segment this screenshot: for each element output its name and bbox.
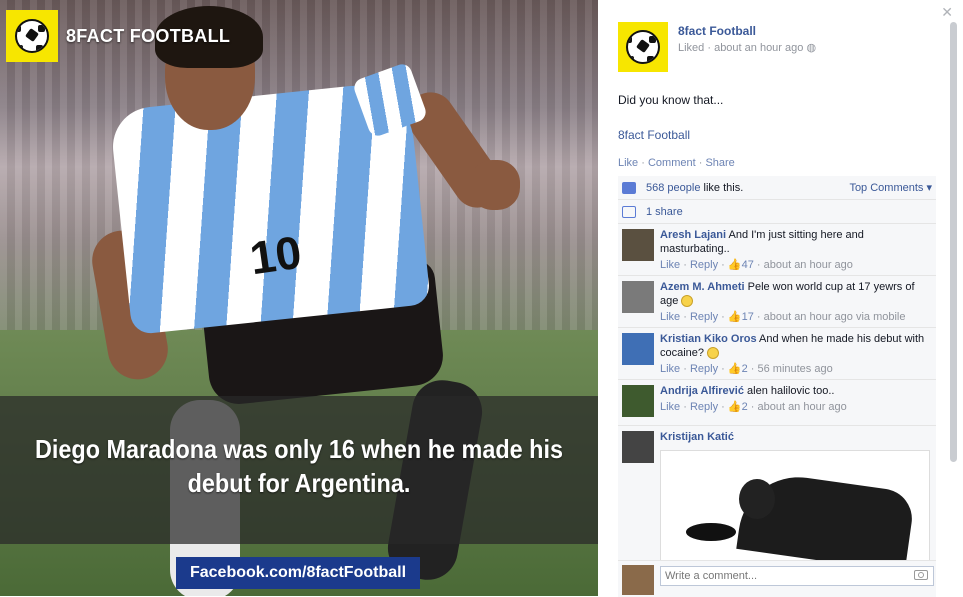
- current-user-avatar: [622, 565, 654, 595]
- commenter-name[interactable]: Kristian Kiko Oros: [660, 333, 757, 345]
- page-name-link[interactable]: 8fact Football: [678, 24, 756, 38]
- facebook-url-banner: Facebook.com/8factFootball: [176, 557, 420, 589]
- photo-caption: Diego Maradona was only 16 when he made …: [35, 434, 563, 498]
- thumbs-up-icon: 👍: [727, 363, 742, 375]
- smiley-icon: [707, 347, 720, 360]
- comment-time: 56 minutes ago: [757, 363, 833, 375]
- player-number: 10: [246, 225, 305, 285]
- shares-count-link[interactable]: 1 share: [646, 206, 683, 218]
- comment-likes-count[interactable]: 👍2: [728, 363, 748, 375]
- comment-reply-button[interactable]: Reply: [690, 401, 718, 413]
- like-button[interactable]: Like: [618, 157, 638, 169]
- commenter-avatar[interactable]: [622, 229, 654, 261]
- comment-item: Kristian Kiko Oros And when he made his …: [618, 328, 936, 380]
- comment-item: Aresh Lajani And I'm just sitting here a…: [618, 224, 936, 276]
- comment-time: about an hour ago: [763, 259, 853, 271]
- comment-likes-value: 47: [741, 259, 754, 271]
- comment-button[interactable]: Comment: [648, 157, 696, 169]
- share-button[interactable]: Share: [705, 157, 734, 169]
- comment-like-button[interactable]: Like: [660, 363, 680, 375]
- comment-composer: [618, 560, 936, 597]
- commenter-name[interactable]: Andrija Alfirević: [660, 385, 744, 397]
- post-sidebar: ✕ 8fact Football Liked · about an hour a…: [598, 0, 963, 597]
- comment-like-button[interactable]: Like: [660, 311, 680, 323]
- smiley-icon: [681, 295, 694, 308]
- comment-likes-count[interactable]: 👍2: [728, 401, 748, 413]
- soccer-ball-icon: [626, 30, 660, 64]
- commenter-name[interactable]: Aresh Lajani: [660, 229, 726, 241]
- commenter-avatar[interactable]: [622, 333, 654, 365]
- comment-item: Azem M. Ahmeti Pele won world cup at 17 …: [618, 276, 936, 328]
- post-meta-text: Liked · about an hour ago: [678, 42, 804, 54]
- feedback-panel: 568 people like this. Top Comments ▾ 1 s…: [618, 176, 936, 566]
- post-text: Did you know that...: [618, 93, 724, 107]
- comment-like-button[interactable]: Like: [660, 259, 680, 271]
- comment-text: alen halilovic too..: [747, 385, 835, 397]
- commenter-avatar[interactable]: [622, 281, 654, 313]
- comment-reply-button[interactable]: Reply: [690, 259, 718, 271]
- comment-likes-value: 17: [741, 311, 754, 323]
- likes-count-link[interactable]: 568 people: [646, 182, 700, 194]
- commenter-name[interactable]: Azem M. Ahmeti: [660, 281, 745, 293]
- share-icon: [622, 205, 636, 218]
- player-fist: [470, 160, 520, 210]
- globe-icon: ◍: [806, 42, 817, 54]
- scrollbar-thumb[interactable]: [950, 22, 957, 462]
- likes-row: 568 people like this. Top Comments ▾: [618, 176, 936, 200]
- comment-reply-button[interactable]: Reply: [690, 311, 718, 323]
- comment-likes-count[interactable]: 👍47: [728, 259, 754, 271]
- comment-like-button[interactable]: Like: [660, 401, 680, 413]
- thumbs-up-icon: [622, 181, 636, 194]
- comment-likes-value: 2: [741, 363, 748, 375]
- comment-input[interactable]: [660, 566, 934, 586]
- commenter-avatar[interactable]: [622, 385, 654, 417]
- comment-time: about an hour ago via mobile: [763, 311, 906, 323]
- post-actions: Like · Comment · Share: [618, 157, 735, 169]
- comment-reply-button[interactable]: Reply: [690, 363, 718, 375]
- close-icon[interactable]: ✕: [941, 4, 953, 21]
- comment-item: Kristijan Katić: [618, 426, 936, 566]
- likes-suffix: like this.: [703, 181, 744, 194]
- comment-likes-value: 2: [741, 401, 748, 413]
- comment-likes-count[interactable]: 👍17: [728, 311, 754, 323]
- bowing-figure-head: [739, 479, 775, 519]
- post-photo[interactable]: 10 8FACT FOOTBALL Diego Maradona was onl…: [0, 0, 598, 596]
- comment-item: Andrija Alfirević alen halilovic too.. L…: [618, 380, 936, 426]
- top-comments-dropdown[interactable]: Top Comments ▾: [849, 181, 932, 194]
- brand-logo: [6, 10, 58, 62]
- commenter-name[interactable]: Kristijan Katić: [660, 431, 734, 443]
- post-meta: Liked · about an hour ago ◍: [678, 41, 816, 54]
- thumbs-up-icon: 👍: [727, 311, 742, 323]
- brand-name: 8FACT FOOTBALL: [66, 26, 231, 46]
- thumbs-up-icon: 👍: [727, 259, 742, 271]
- thumbs-up-icon: 👍: [727, 401, 742, 413]
- comment-photo[interactable]: [660, 450, 930, 562]
- comment-time: about an hour ago: [757, 401, 847, 413]
- soccer-ball-icon: [15, 19, 49, 53]
- shares-row: 1 share: [618, 200, 936, 224]
- page-avatar[interactable]: [618, 22, 668, 72]
- post-page-link[interactable]: 8fact Football: [618, 128, 690, 142]
- camera-icon[interactable]: [914, 570, 928, 580]
- hat-shape: [686, 523, 736, 541]
- commenter-avatar[interactable]: [622, 431, 654, 463]
